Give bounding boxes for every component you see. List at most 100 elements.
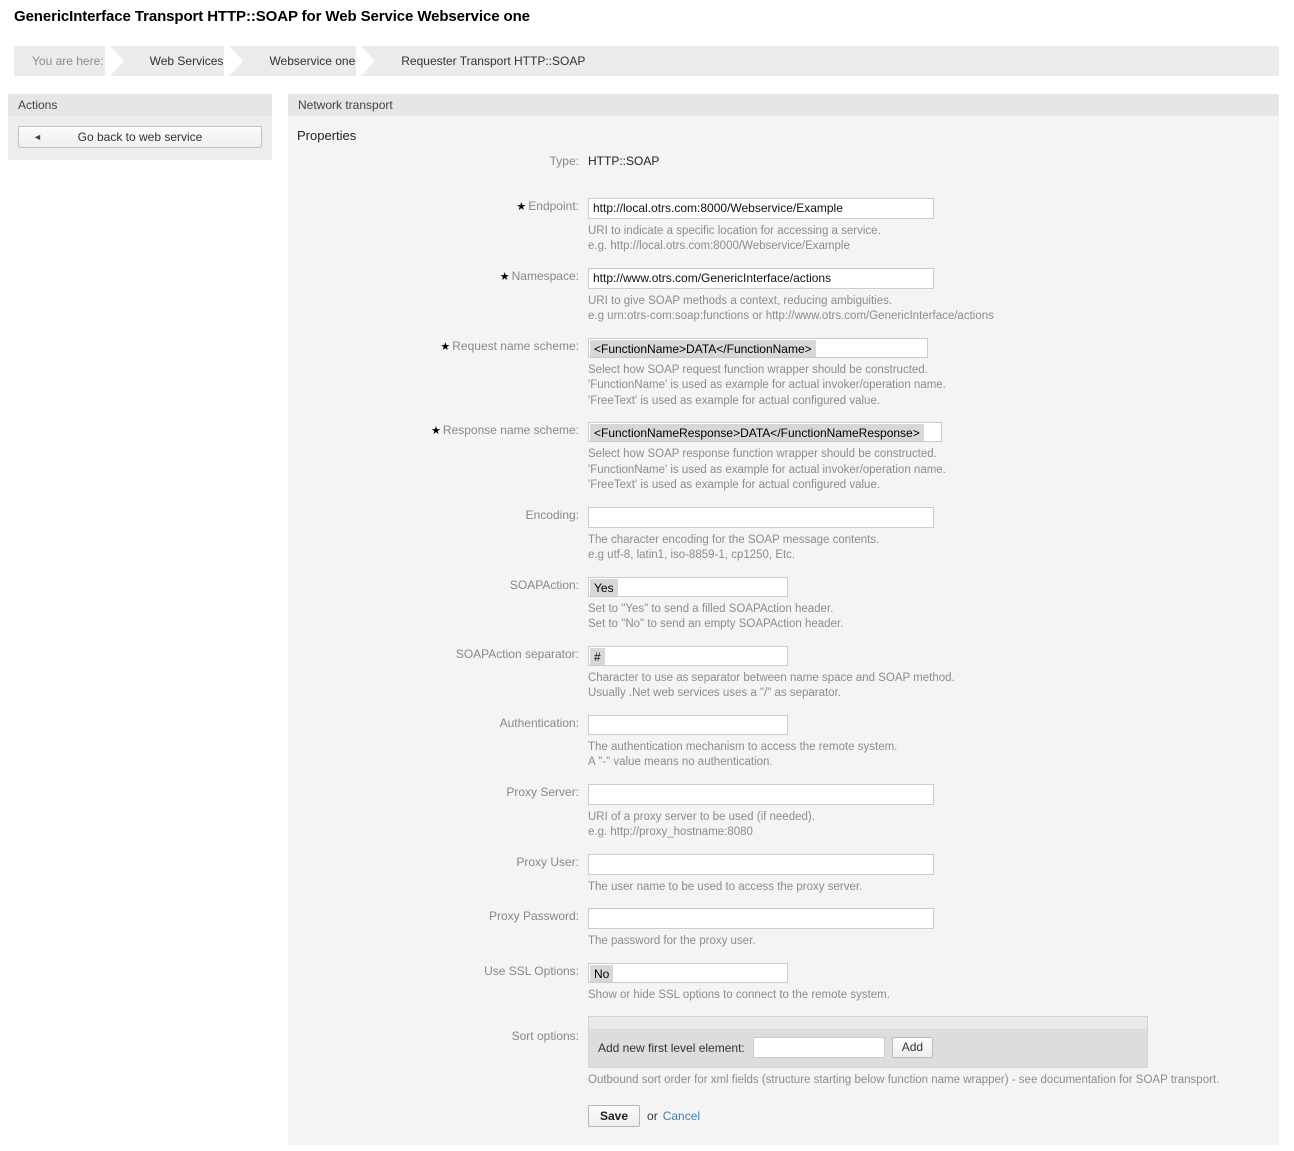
proxy-server-hint-line1: URI of a proxy server to be used (if nee…: [588, 810, 815, 823]
network-transport-widget: Network transport Properties Type: HTTP:…: [288, 94, 1279, 1145]
response-name-scheme-selected-option[interactable]: <FunctionNameResponse>DATA</FunctionName…: [590, 424, 924, 441]
proxy-server-hint: URI of a proxy server to be used (if nee…: [588, 810, 1279, 841]
sort-options-label: Sort options:: [511, 1029, 579, 1043]
soapaction-separator-hint-line2: Usually .Net web services uses a "/" as …: [588, 687, 841, 699]
form-row-use-ssl-options: Use SSL Options: No Show or hide SSL opt…: [288, 962, 1279, 1017]
actions-sidebar: Actions ◄ Go back to web service: [8, 94, 272, 160]
use-ssl-options-hint-line1: Show or hide SSL options to connect to t…: [588, 988, 890, 1001]
breadcrumb-item-web-services[interactable]: Web Services: [130, 46, 250, 76]
use-ssl-options-hint: Show or hide SSL options to connect to t…: [588, 988, 1279, 1004]
form-row-type: Type: HTTP::SOAP: [288, 153, 1279, 198]
form-row-endpoint: ★Endpoint: URI to indicate a specific lo…: [288, 197, 1279, 268]
add-first-level-element-input[interactable]: [752, 1037, 885, 1058]
proxy-user-label: Proxy User:: [516, 854, 579, 869]
use-ssl-options-select[interactable]: No: [588, 962, 788, 983]
actions-header: Actions: [8, 94, 272, 116]
page-root: GenericInterface Transport HTTP::SOAP fo…: [0, 0, 1294, 1151]
encoding-hint: The character encoding for the SOAP mess…: [588, 533, 1279, 564]
go-back-button-label: Go back to web service: [77, 130, 203, 144]
type-label: Type:: [549, 154, 579, 168]
response-name-scheme-label: ★ Response name scheme:: [288, 422, 588, 439]
proxy-user-hint: The user name to be used to access the p…: [588, 880, 1279, 896]
soapaction-separator-selected-option[interactable]: #: [590, 647, 605, 665]
breadcrumb-link-webservice-one[interactable]: Webservice one: [269, 54, 355, 68]
sort-options-tree-area: [589, 1017, 1147, 1030]
soapaction-label: SOAPAction:: [509, 577, 579, 592]
properties-section-title: Properties: [297, 128, 357, 143]
required-star-icon: ★: [440, 340, 451, 353]
add-element-button[interactable]: Add: [891, 1037, 934, 1058]
request-name-scheme-hint-line1: Select how SOAP request function wrapper…: [588, 363, 928, 376]
form-row-proxy-server: Proxy Server: URI of a proxy server to b…: [288, 783, 1279, 854]
proxy-password-hint: The password for the proxy user.: [588, 934, 1279, 950]
sort-options-hint: Outbound sort order for xml fields (stru…: [588, 1073, 1278, 1089]
form-row-soapaction-separator: SOAPAction separator: # Character to use…: [288, 645, 1279, 715]
form-row-encoding: Encoding: The character encoding for the…: [288, 506, 1279, 577]
proxy-password-input[interactable]: [588, 908, 934, 929]
breadcrumb-label-requester-transport: Requester Transport HTTP::SOAP: [401, 54, 586, 68]
form-row-sort-options: Sort options: Add new first level elemen…: [288, 1016, 1279, 1145]
actions-body: ◄ Go back to web service: [8, 116, 272, 160]
network-transport-body: Properties Type: HTTP::SOAP ★Endpoint: U…: [288, 116, 1279, 1145]
form-row-namespace: ★Namespace: URI to give SOAP methods a c…: [288, 267, 1279, 338]
chevron-right-icon: [104, 46, 131, 76]
cancel-link[interactable]: Cancel: [663, 1109, 700, 1123]
type-value: HTTP::SOAP: [588, 154, 660, 168]
endpoint-input[interactable]: [588, 197, 934, 219]
encoding-input[interactable]: [588, 506, 934, 528]
request-name-scheme-label: ★ Request name scheme:: [288, 338, 588, 355]
soapaction-select[interactable]: Yes: [588, 576, 788, 597]
arrow-left-icon: ◄: [33, 132, 42, 142]
breadcrumb-item-webservice-one[interactable]: Webservice one: [249, 46, 381, 76]
breadcrumb-prefix-label: You are here:: [32, 54, 104, 68]
submit-row: Save or Cancel: [588, 1104, 1279, 1145]
required-star-icon: ★: [499, 270, 510, 283]
proxy-password-hint-line1: The password for the proxy user.: [588, 935, 756, 947]
form-row-response-name-scheme: ★ Response name scheme: <FunctionNameResp…: [288, 422, 1279, 507]
go-back-to-web-service-button[interactable]: ◄ Go back to web service: [18, 126, 262, 148]
use-ssl-options-selected-option[interactable]: No: [590, 964, 614, 982]
request-name-scheme-hint-line3: 'FreeText' is used as example for actual…: [588, 394, 881, 407]
encoding-label: Encoding:: [525, 507, 579, 522]
or-text: or: [647, 1108, 658, 1123]
soapaction-separator-select[interactable]: #: [588, 645, 788, 666]
save-button[interactable]: Save: [588, 1104, 641, 1127]
authentication-select[interactable]: [588, 714, 788, 735]
required-star-icon: ★: [516, 200, 527, 213]
encoding-hint-line1: The character encoding for the SOAP mess…: [588, 533, 880, 546]
sort-options-hint-line1: Outbound sort order for xml fields (stru…: [588, 1074, 1220, 1086]
request-name-scheme-label-text: Request name scheme:: [452, 338, 579, 353]
authentication-hint-line1: The authentication mechanism to access t…: [588, 740, 898, 753]
authentication-hint: The authentication mechanism to access t…: [588, 740, 1279, 771]
proxy-server-hint-line2: e.g. http://proxy_hostname:8080: [588, 826, 753, 838]
proxy-user-input[interactable]: [588, 853, 934, 875]
use-ssl-options-label: Use SSL Options:: [484, 963, 579, 978]
request-name-scheme-selected-option[interactable]: <FunctionName>DATA</FunctionName>: [590, 339, 816, 357]
soapaction-separator-hint: Character to use as separator between na…: [588, 671, 1279, 702]
namespace-input[interactable]: [588, 267, 934, 289]
add-first-level-element-label: Add new first level element:: [598, 1040, 745, 1055]
soapaction-hint-line2: Set to "No" to send an empty SOAPAction …: [588, 618, 844, 630]
response-name-scheme-label-text: Response name scheme:: [442, 423, 579, 437]
form-row-proxy-password: Proxy Password: The password for the pro…: [288, 908, 1279, 963]
response-name-scheme-select[interactable]: <FunctionNameResponse>DATA</FunctionName…: [588, 422, 942, 442]
proxy-server-input[interactable]: [588, 783, 934, 805]
proxy-server-label: Proxy Server:: [506, 784, 579, 799]
soapaction-hint: Set to "Yes" to send a filled SOAPAction…: [588, 602, 1279, 633]
soapaction-selected-option[interactable]: Yes: [590, 578, 618, 596]
chevron-right-icon: [356, 46, 382, 76]
endpoint-label-text: Endpoint:: [528, 198, 579, 213]
network-transport-header: Network transport: [288, 94, 1279, 116]
response-name-scheme-hint: Select how SOAP response function wrappe…: [588, 447, 1279, 494]
endpoint-label: ★ Endpoint:: [288, 198, 588, 215]
form-row-proxy-user: Proxy User: The user name to be used to …: [288, 853, 1279, 909]
sort-options-add-row: Add new first level element: Add: [589, 1030, 1147, 1067]
request-name-scheme-select[interactable]: <FunctionName>DATA</FunctionName>: [588, 337, 928, 358]
authentication-label: Authentication:: [499, 715, 579, 730]
endpoint-hint-line2: e.g. http://local.otrs.com:8000/Webservi…: [588, 240, 850, 252]
namespace-label-text: Namespace:: [511, 268, 579, 283]
breadcrumb-link-web-services[interactable]: Web Services: [150, 54, 224, 68]
response-name-scheme-hint-line2: 'FunctionName' is used as example for ac…: [588, 463, 946, 476]
namespace-hint-line2: e.g urn:otrs-com:soap:functions or http:…: [588, 310, 994, 322]
encoding-hint-line2: e.g utf-8, latin1, iso-8859-1, cp1250, E…: [588, 549, 796, 561]
